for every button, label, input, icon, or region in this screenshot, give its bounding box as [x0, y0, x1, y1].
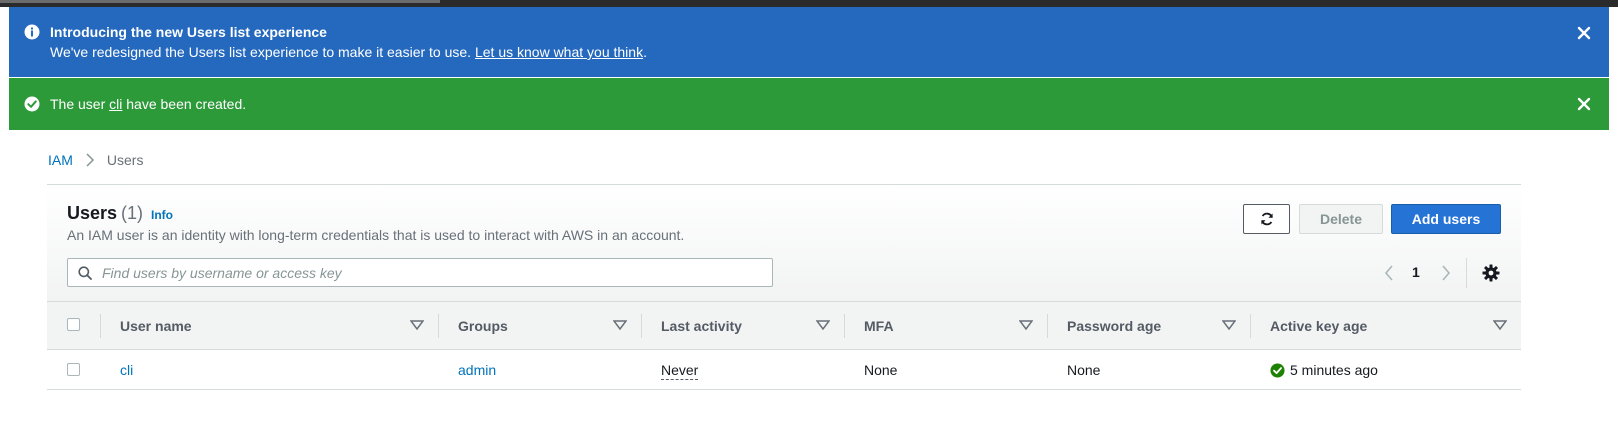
column-divider [1250, 314, 1251, 338]
breadcrumb-current: Users [106, 152, 144, 168]
info-flash-title: Introducing the new Users list experienc… [50, 24, 327, 40]
browser-tab-fragment [0, 0, 440, 3]
column-header-active-key-age[interactable]: Active key age [1250, 302, 1521, 349]
gear-icon[interactable] [1482, 264, 1500, 282]
info-flash-text: We've redesigned the Users list experien… [50, 44, 472, 60]
sort-caret-icon[interactable] [613, 320, 627, 330]
sort-caret-icon[interactable] [1019, 320, 1033, 330]
cell-password-age: None [1067, 362, 1101, 378]
column-divider [1047, 314, 1048, 338]
column-header-user-name[interactable]: User name [100, 302, 438, 349]
column-label: Password age [1067, 317, 1162, 334]
search-box [67, 258, 773, 287]
close-icon[interactable] [1577, 26, 1591, 40]
cell-mfa: None [864, 362, 898, 378]
cell-active-key-age: 5 minutes ago [1290, 362, 1378, 378]
sort-caret-icon[interactable] [1222, 320, 1236, 330]
success-flash-prefix: The user [50, 96, 110, 112]
chevron-right-icon[interactable] [1440, 264, 1452, 282]
column-header-groups[interactable]: Groups [438, 302, 641, 349]
add-users-button[interactable]: Add users [1391, 204, 1501, 234]
info-icon [24, 24, 40, 40]
breadcrumb-iam-link[interactable]: IAM [48, 152, 73, 168]
users-panel: Users (1) Info An IAM user is an identity… [47, 185, 1521, 390]
column-label: Groups [458, 317, 508, 334]
users-count: (1) [121, 203, 144, 223]
info-flash-banner: Introducing the new Users list experienc… [9, 7, 1609, 77]
users-description: An IAM user is an identity with long-ter… [67, 227, 685, 243]
sort-caret-icon[interactable] [410, 320, 424, 330]
column-label: User name [120, 317, 192, 334]
cell-user-name: cli [120, 362, 133, 378]
cell-groups: admin [458, 362, 496, 378]
column-header-mfa[interactable]: MFA [844, 302, 1047, 349]
column-divider [844, 314, 845, 338]
info-link[interactable]: Info [151, 208, 173, 222]
group-link[interactable]: admin [458, 362, 496, 378]
close-icon[interactable] [1577, 97, 1591, 111]
sort-caret-icon[interactable] [1493, 320, 1507, 330]
browser-top-strip [0, 0, 1618, 7]
current-page-number[interactable]: 1 [1412, 264, 1420, 280]
select-all-checkbox[interactable] [67, 318, 80, 331]
row-checkbox[interactable] [67, 363, 80, 376]
success-flash-message: The user cli have been created. [50, 96, 246, 112]
search-icon [78, 266, 92, 280]
table-row: cli admin Never None None 5 minutes ago [47, 350, 1521, 390]
column-label: Last activity [661, 317, 742, 334]
sort-caret-icon[interactable] [816, 320, 830, 330]
feedback-link[interactable]: Let us know what you think [475, 44, 643, 60]
check-circle-icon [1270, 363, 1285, 378]
delete-button[interactable]: Delete [1299, 204, 1383, 234]
pagination-divider [1466, 258, 1467, 288]
users-panel-header: Users (1) Info An IAM user is an identity… [47, 185, 1521, 301]
column-label: Active key age [1270, 317, 1368, 334]
check-circle-icon [24, 96, 40, 112]
column-header-last-activity[interactable]: Last activity [641, 302, 844, 349]
column-label: MFA [864, 317, 894, 334]
user-name-link[interactable]: cli [120, 362, 133, 378]
column-header-password-age[interactable]: Password age [1047, 302, 1250, 349]
refresh-button[interactable] [1243, 204, 1290, 234]
success-flash-banner: The user cli have been created. [9, 78, 1609, 130]
success-flash-suffix: have been created. [122, 96, 247, 112]
breadcrumb: IAM Users [48, 152, 143, 168]
last-activity-value[interactable]: Never [661, 362, 699, 380]
cell-last-activity: Never [661, 362, 699, 380]
page-title: Users (1) [67, 203, 143, 224]
chevron-left-icon[interactable] [1383, 264, 1395, 282]
refresh-icon [1260, 212, 1273, 226]
column-divider [100, 314, 101, 338]
info-flash-period: . [643, 44, 647, 60]
info-flash-body: We've redesigned the Users list experien… [50, 44, 647, 60]
table-header: User name Groups Last activity MFA Passw… [47, 301, 1521, 350]
column-divider [641, 314, 642, 338]
chevron-right-icon [86, 153, 94, 167]
column-divider [438, 314, 439, 338]
search-input[interactable] [100, 262, 760, 283]
users-title: Users [67, 203, 118, 223]
created-user-link[interactable]: cli [109, 96, 122, 112]
